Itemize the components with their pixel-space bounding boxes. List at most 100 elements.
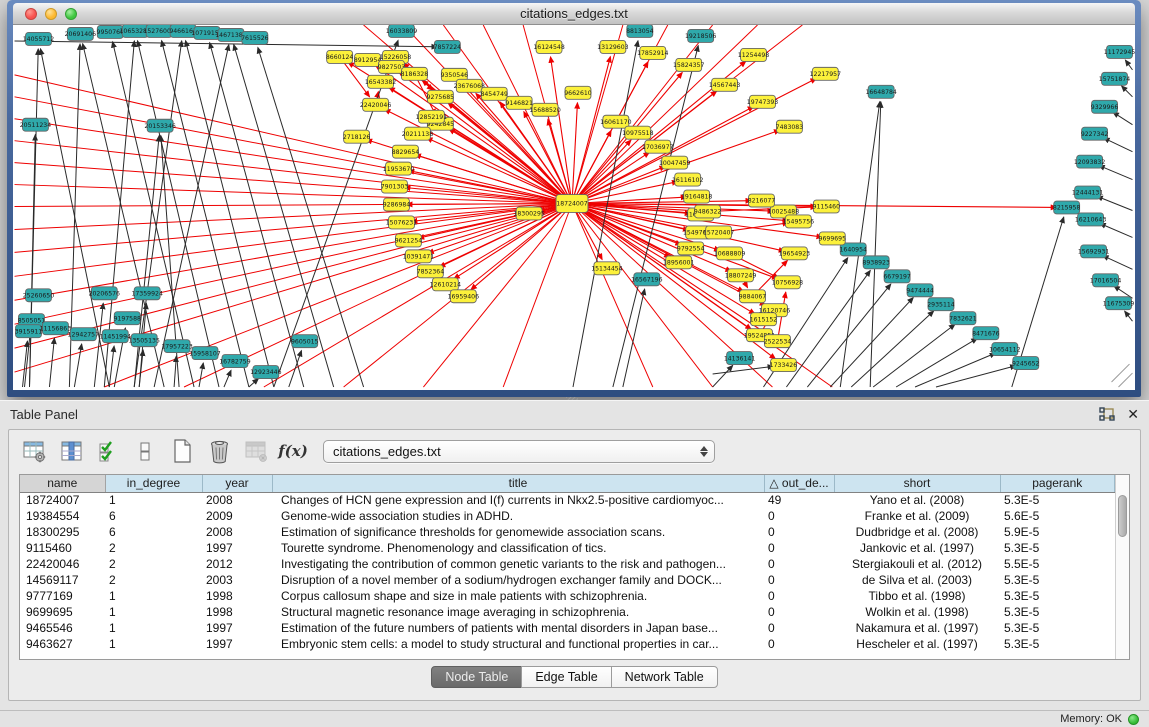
graph-node[interactable]: 3915911 xyxy=(15,325,43,338)
graph-node[interactable]: 14055712 xyxy=(23,32,54,45)
graph-node[interactable]: 11156863 xyxy=(40,322,71,335)
delete-icon[interactable] xyxy=(206,438,232,464)
graph-node[interactable]: 7852364 xyxy=(417,265,445,278)
graph-node[interactable]: 17036977 xyxy=(642,140,673,153)
graph-node[interactable]: 9197588 xyxy=(113,312,141,325)
graph-node[interactable]: 8938923 xyxy=(862,256,890,269)
graph-node[interactable]: 13129603 xyxy=(597,40,628,53)
graph-node[interactable]: 10688809 xyxy=(714,247,745,260)
graph-node[interactable]: 8829654 xyxy=(392,145,420,158)
graph-node[interactable]: 10975518 xyxy=(622,126,653,139)
table-vertical-scrollbar[interactable] xyxy=(1115,475,1129,659)
graph-node[interactable]: 17016504 xyxy=(1090,274,1121,287)
graph-node[interactable]: 7483083 xyxy=(776,120,804,133)
graph-node[interactable]: 11451994 xyxy=(100,330,131,343)
graph-node[interactable]: 19747393 xyxy=(747,95,778,108)
graph-node[interactable]: 11254498 xyxy=(738,48,769,61)
graph-node[interactable]: 15958107 xyxy=(189,347,220,360)
graph-node[interactable]: 10654112 xyxy=(989,343,1020,356)
tab-node-table[interactable]: Node Table xyxy=(431,666,522,688)
graph-node[interactable]: 15688520 xyxy=(529,103,560,116)
graph-node[interactable]: 12093832 xyxy=(1074,155,1105,168)
graph-node[interactable]: 9286984 xyxy=(383,198,411,211)
graph-node[interactable]: 17852914 xyxy=(637,46,668,59)
graph-node[interactable]: 19218506 xyxy=(685,29,716,42)
graph-node[interactable]: 9329966 xyxy=(1091,100,1119,113)
tab-edge-table[interactable]: Edge Table xyxy=(521,666,611,688)
graph-node[interactable]: 18956001 xyxy=(663,256,694,269)
table-row[interactable]: 1456911722003Disruption of a novel membe… xyxy=(20,572,1115,588)
graph-node[interactable]: 12444131 xyxy=(1072,186,1103,199)
graph-node[interactable]: 12217957 xyxy=(810,67,841,80)
select-all-icon[interactable] xyxy=(95,438,121,464)
graph-node[interactable]: 9227342 xyxy=(1081,127,1109,140)
graph-node[interactable]: 9605015 xyxy=(291,335,319,348)
graph-node[interactable]: 1615152 xyxy=(750,313,778,326)
close-window-icon[interactable] xyxy=(25,8,37,20)
graph-node[interactable]: 16543382 xyxy=(365,75,396,88)
graph-node[interactable]: 9245652 xyxy=(1012,357,1040,370)
table-header-row[interactable]: namein_degreeyeartitle△ out_de...shortpa… xyxy=(20,475,1115,492)
graph-node[interactable]: 11675309 xyxy=(1103,297,1134,310)
graph-node[interactable]: 16567196 xyxy=(631,273,662,286)
graph-node[interactable]: 9699695 xyxy=(819,232,847,245)
graph-node[interactable]: 18300295 xyxy=(513,207,544,220)
graph-node[interactable]: 8454749 xyxy=(480,87,508,100)
graph-node[interactable]: 16210643 xyxy=(1075,213,1106,226)
graph-node[interactable]: 20206576 xyxy=(89,287,120,300)
graph-node[interactable]: 12923446 xyxy=(250,366,281,379)
graph-node[interactable]: 15692931 xyxy=(1078,245,1109,258)
graph-node[interactable]: 18807249 xyxy=(725,269,756,282)
float-panel-icon[interactable] xyxy=(1099,407,1115,422)
column-header-title[interactable]: title xyxy=(272,475,764,492)
graph-node[interactable]: 8471676 xyxy=(972,327,1000,340)
table-row[interactable]: 1938455462009Genome-wide association stu… xyxy=(20,508,1115,524)
graph-node[interactable]: 22420046 xyxy=(360,98,391,111)
graph-node[interactable]: 9662610 xyxy=(564,86,592,99)
graph-node[interactable]: 2522534 xyxy=(764,335,792,348)
citation-network-graph[interactable]: 1405571220691406995076010653287152760029… xyxy=(13,25,1135,390)
graph-node[interactable]: 2718126 xyxy=(343,130,371,143)
tab-network-table[interactable]: Network Table xyxy=(611,666,718,688)
graph-node[interactable]: 15076231 xyxy=(386,216,417,229)
graph-node[interactable]: 14567443 xyxy=(709,78,740,91)
network-view-canvas[interactable]: 1405571220691406995076010653287152760029… xyxy=(13,25,1135,390)
graph-node[interactable]: 17957223 xyxy=(161,340,192,353)
window-titlebar[interactable]: citations_edges.txt xyxy=(13,3,1135,25)
graph-node[interactable]: 10391471 xyxy=(403,250,434,263)
graph-node[interactable]: 16959406 xyxy=(448,290,479,303)
graph-node[interactable]: 8216077 xyxy=(748,194,776,207)
graph-node[interactable]: 12852191 xyxy=(416,110,447,123)
column-header-short[interactable]: short xyxy=(834,475,1000,492)
graph-node[interactable]: 8186328 xyxy=(401,67,429,80)
table-row[interactable]: 911546021997Tourette syndrome. Phenomeno… xyxy=(20,540,1115,556)
graph-node[interactable]: 10047459 xyxy=(659,156,690,169)
graph-node[interactable]: 10756928 xyxy=(772,276,803,289)
graph-node[interactable]: 14136141 xyxy=(724,352,755,365)
graph-node[interactable]: 12942757 xyxy=(68,328,99,341)
graph-node[interactable]: 16648784 xyxy=(865,85,896,98)
graph-node[interactable]: 19654923 xyxy=(779,247,810,260)
graph-node[interactable]: 11953670 xyxy=(383,162,414,175)
table-selector-dropdown[interactable]: citations_edges.txt xyxy=(323,440,715,463)
graph-node[interactable]: 15495756 xyxy=(783,215,814,228)
graph-node[interactable]: 1733426 xyxy=(770,359,798,372)
zoom-window-icon[interactable] xyxy=(65,8,77,20)
close-panel-icon[interactable]: ✕ xyxy=(1127,407,1139,421)
column-header-name[interactable]: name xyxy=(20,475,105,492)
graph-node[interactable]: 9275685 xyxy=(427,90,455,103)
graph-node[interactable]: 9474444 xyxy=(906,284,934,297)
graph-node[interactable]: 2935114 xyxy=(927,298,955,311)
graph-node[interactable]: 11172945 xyxy=(1104,45,1135,58)
column-header-pagerank[interactable]: pagerank xyxy=(1000,475,1115,492)
graph-node[interactable]: 19164818 xyxy=(681,190,712,203)
graph-node[interactable]: 20211138 xyxy=(402,127,433,140)
graph-node[interactable]: 8660124 xyxy=(326,50,354,63)
table-row[interactable]: 1872400712008Changes of HCN gene express… xyxy=(20,492,1115,508)
graph-node[interactable]: 15134454 xyxy=(591,262,622,275)
table-settings-icon[interactable] xyxy=(21,438,47,464)
table-row[interactable]: 2242004622012Investigating the contribut… xyxy=(20,556,1115,572)
graph-node[interactable]: 7615526 xyxy=(241,31,269,44)
table-row[interactable]: 946554611997Estimation of the future num… xyxy=(20,620,1115,636)
table-row[interactable]: 969969511998Structural magnetic resonanc… xyxy=(20,604,1115,620)
